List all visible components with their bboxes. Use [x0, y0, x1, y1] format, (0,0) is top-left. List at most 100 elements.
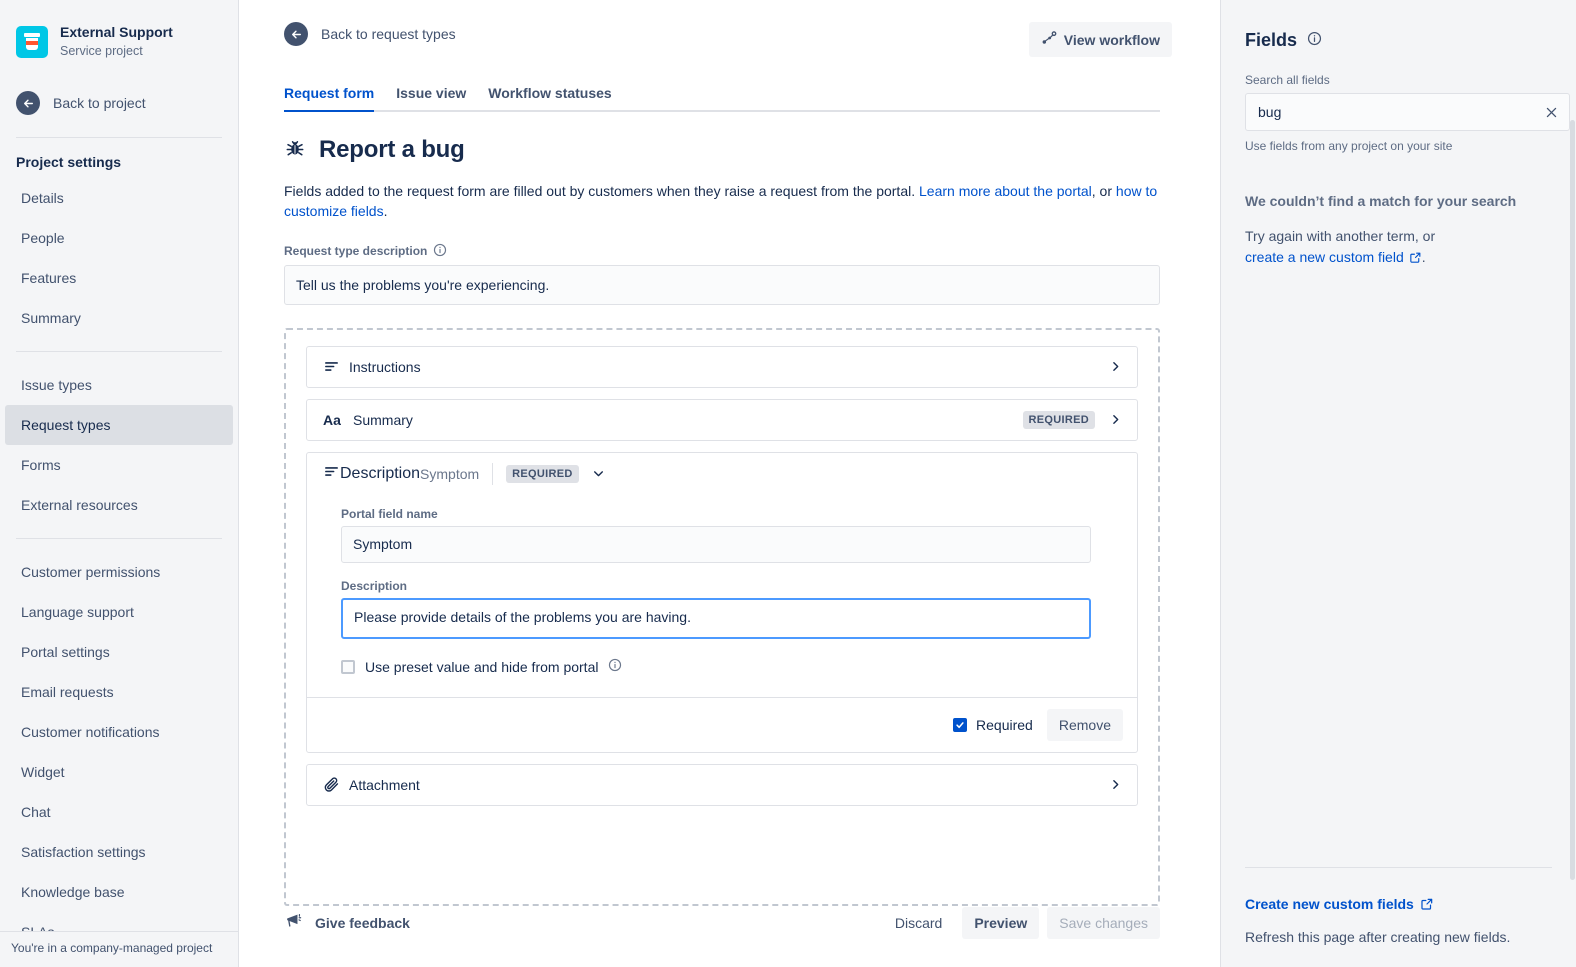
- request-type-description-label: Request type description: [284, 243, 1172, 260]
- chevron-right-icon[interactable]: [1107, 413, 1123, 426]
- required-toggle[interactable]: Required: [953, 717, 1033, 733]
- sidebar-item-portal-settings[interactable]: Portal settings: [5, 632, 233, 672]
- create-new-custom-fields-link[interactable]: Create new custom fields: [1245, 896, 1434, 912]
- create-custom-field-link[interactable]: create a new custom field: [1245, 249, 1404, 265]
- panel-scrollbar[interactable]: [1570, 120, 1575, 880]
- sidebar-item-widget[interactable]: Widget: [5, 752, 233, 792]
- sidebar-item-chat[interactable]: Chat: [5, 792, 233, 832]
- sidebar-item-knowledge-base[interactable]: Knowledge base: [5, 872, 233, 912]
- sidebar-scroll-region: External Support Service project Back to…: [0, 0, 238, 938]
- aa-text-icon: Aa: [323, 412, 345, 428]
- field-name: Summary: [353, 412, 1023, 428]
- project-name: External Support: [60, 24, 173, 42]
- sidebar-item-request-types[interactable]: Request types: [5, 405, 233, 445]
- chevron-right-icon[interactable]: [1107, 360, 1123, 373]
- sidebar-item-label: Widget: [21, 764, 65, 780]
- sidebar-item-label: Forms: [21, 457, 61, 473]
- project-type: Service project: [60, 44, 173, 60]
- sidebar-item-summary[interactable]: Summary: [5, 298, 233, 338]
- search-all-fields-label: Search all fields: [1245, 73, 1552, 87]
- field-name: Attachment: [349, 777, 1107, 793]
- field-row-summary[interactable]: Aa Summary REQUIRED: [306, 399, 1138, 441]
- fields-panel-title: Fields: [1245, 30, 1552, 51]
- page-title: Report a bug: [284, 136, 1172, 164]
- tab-issue-view[interactable]: Issue view: [385, 85, 477, 110]
- sidebar-item-customer-notifications[interactable]: Customer notifications: [5, 712, 233, 752]
- field-card-description-header[interactable]: Description Symptom REQUIRED: [307, 453, 1137, 495]
- sidebar-item-label: Request types: [21, 417, 111, 433]
- sidebar-item-features[interactable]: Features: [5, 258, 233, 298]
- fields-panel-footer: Create new custom fields Refresh this pa…: [1245, 867, 1552, 945]
- give-feedback-button[interactable]: Give feedback: [284, 911, 410, 935]
- search-input[interactable]: bug: [1258, 104, 1544, 120]
- main-topbar: Back to request types View workflow: [284, 22, 1172, 57]
- megaphone-icon: [284, 911, 303, 935]
- sidebar-item-external-resources[interactable]: External resources: [5, 485, 233, 525]
- create-fields-label: Create new custom fields: [1245, 896, 1414, 912]
- portal-name-preview: Symptom: [420, 466, 479, 482]
- form-tabs: Request form Issue view Workflow statuse…: [284, 85, 1160, 112]
- remove-label: Remove: [1059, 717, 1111, 733]
- sidebar-item-customer-permissions[interactable]: Customer permissions: [5, 552, 233, 592]
- learn-more-portal-link[interactable]: Learn more about the portal: [919, 183, 1092, 199]
- field-row-instructions[interactable]: Instructions: [306, 346, 1138, 388]
- info-icon[interactable]: [433, 243, 447, 260]
- info-icon[interactable]: [1307, 31, 1322, 51]
- description-textarea[interactable]: Please provide details of the problems y…: [341, 598, 1091, 639]
- sidebar-item-details[interactable]: Details: [5, 178, 233, 218]
- divider: [492, 463, 493, 485]
- field-row-attachment[interactable]: Attachment: [306, 764, 1138, 806]
- sidebar-item-label: Language support: [21, 604, 134, 620]
- sidebar-item-forms[interactable]: Forms: [5, 445, 233, 485]
- remove-field-button[interactable]: Remove: [1047, 709, 1123, 741]
- info-icon[interactable]: [608, 658, 622, 677]
- sidebar-item-satisfaction-settings[interactable]: Satisfaction settings: [5, 832, 233, 872]
- text-lines-icon: [323, 463, 340, 485]
- sidebar-item-language-support[interactable]: Language support: [5, 592, 233, 632]
- required-badge: REQUIRED: [506, 465, 578, 483]
- chevron-down-icon[interactable]: [591, 467, 607, 480]
- tab-label: Request form: [284, 85, 374, 101]
- search-hint: Use fields from any project on your site: [1245, 139, 1552, 153]
- sidebar-item-issue-types[interactable]: Issue types: [5, 365, 233, 405]
- label-text: Request type description: [284, 244, 427, 258]
- paperclip-icon: [323, 776, 345, 793]
- external-link-icon: [1420, 897, 1434, 911]
- request-type-description-input[interactable]: Tell us the problems you're experiencing…: [284, 265, 1160, 305]
- sidebar-item-label: Customer permissions: [21, 564, 160, 580]
- clear-search-icon[interactable]: [1544, 105, 1559, 120]
- fields-panel: Fields Search all fields bug Use fields …: [1220, 0, 1576, 967]
- portal-field-name-value: Symptom: [353, 536, 412, 552]
- view-workflow-button[interactable]: View workflow: [1029, 22, 1172, 57]
- tab-workflow-statuses[interactable]: Workflow statuses: [477, 85, 622, 110]
- save-changes-button: Save changes: [1047, 907, 1160, 939]
- save-changes-label: Save changes: [1059, 915, 1148, 931]
- sidebar-item-people[interactable]: People: [5, 218, 233, 258]
- sidebar-item-email-requests[interactable]: Email requests: [5, 672, 233, 712]
- tab-label: Workflow statuses: [488, 85, 611, 101]
- portal-field-name-input[interactable]: Symptom: [341, 526, 1091, 563]
- preset-value-checkbox[interactable]: [341, 660, 355, 674]
- portal-field-name-label: Portal field name: [341, 507, 1103, 521]
- chevron-right-icon[interactable]: [1107, 778, 1123, 791]
- preview-button[interactable]: Preview: [962, 907, 1039, 939]
- required-label: Required: [976, 717, 1033, 733]
- field-name: Description: [340, 465, 420, 483]
- arrow-left-icon: [284, 22, 308, 46]
- back-to-request-types-link[interactable]: Back to request types: [284, 22, 456, 46]
- discard-label: Discard: [895, 915, 942, 931]
- search-field-wrapper[interactable]: bug: [1245, 93, 1570, 131]
- coffee-cup-icon: [16, 26, 48, 58]
- sidebar-item-label: Issue types: [21, 377, 92, 393]
- back-to-project-link[interactable]: Back to project: [0, 87, 238, 119]
- preset-value-label: Use preset value and hide from portal: [365, 659, 598, 675]
- discard-button[interactable]: Discard: [883, 907, 954, 939]
- preset-value-row[interactable]: Use preset value and hide from portal: [341, 658, 1103, 697]
- blurb-part-1: Fields added to the request form are fil…: [284, 183, 919, 199]
- project-header[interactable]: External Support Service project: [0, 0, 238, 59]
- tab-request-form[interactable]: Request form: [284, 85, 385, 110]
- sidebar-item-label: Chat: [21, 804, 51, 820]
- no-match-body: Try again with another term, or create a…: [1245, 226, 1552, 268]
- blurb-part-2: , or: [1092, 183, 1116, 199]
- required-checkbox[interactable]: [953, 718, 967, 732]
